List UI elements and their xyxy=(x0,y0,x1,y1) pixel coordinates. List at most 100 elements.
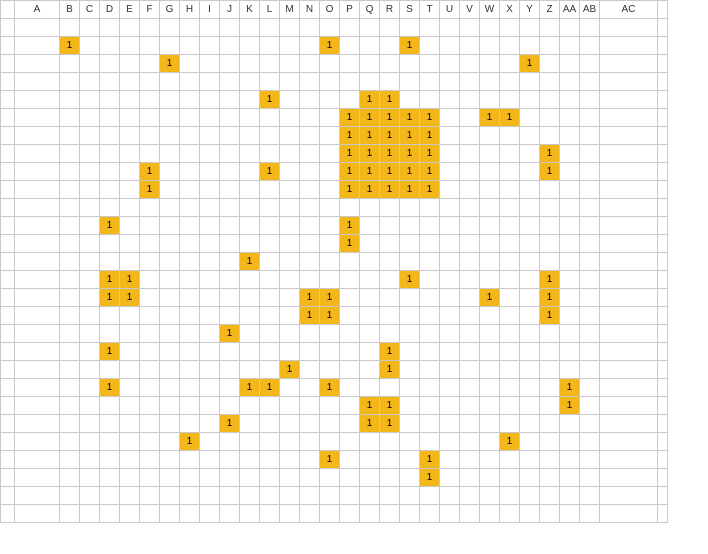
cell-H6[interactable] xyxy=(180,109,200,127)
cell-E24[interactable] xyxy=(120,433,140,451)
cell-AA15[interactable] xyxy=(560,271,580,289)
cell-Y25[interactable] xyxy=(520,451,540,469)
cell-C20[interactable] xyxy=(80,361,100,379)
cell-D6[interactable] xyxy=(100,109,120,127)
cell-O6[interactable] xyxy=(320,109,340,127)
cell-P22[interactable] xyxy=(340,397,360,415)
cell-Z6[interactable] xyxy=(540,109,560,127)
cell-K3[interactable] xyxy=(240,55,260,73)
cell-L10[interactable] xyxy=(260,181,280,199)
cell-T5[interactable] xyxy=(420,91,440,109)
cell-AB5[interactable] xyxy=(580,91,600,109)
cell-M3[interactable] xyxy=(280,55,300,73)
cell-Z27[interactable] xyxy=(540,487,560,505)
cell-V10[interactable] xyxy=(460,181,480,199)
cell-F22[interactable] xyxy=(140,397,160,415)
cell-D21[interactable]: 1 xyxy=(100,379,120,397)
row-header-18[interactable] xyxy=(1,325,15,343)
column-header-R[interactable]: R xyxy=(380,1,400,19)
cell-S16[interactable] xyxy=(400,289,420,307)
cell-Y14[interactable] xyxy=(520,253,540,271)
cell-F1[interactable] xyxy=(140,19,160,37)
cell-S26[interactable] xyxy=(400,469,420,487)
cell-O2[interactable]: 1 xyxy=(320,37,340,55)
cell-B12[interactable] xyxy=(60,217,80,235)
cell-Q20[interactable] xyxy=(360,361,380,379)
cell-B23[interactable] xyxy=(60,415,80,433)
cell-AA24[interactable] xyxy=(560,433,580,451)
cell-T23[interactable] xyxy=(420,415,440,433)
cell-W26[interactable] xyxy=(480,469,500,487)
cell-Z11[interactable] xyxy=(540,199,560,217)
cell-W10[interactable] xyxy=(480,181,500,199)
cell-A5[interactable] xyxy=(15,91,60,109)
cell-J4[interactable] xyxy=(220,73,240,91)
row-header-26[interactable] xyxy=(1,469,15,487)
cell-K5[interactable] xyxy=(240,91,260,109)
cell-M21[interactable] xyxy=(280,379,300,397)
cell-H28[interactable] xyxy=(180,505,200,523)
column-header-H[interactable]: H xyxy=(180,1,200,19)
cell-O4[interactable] xyxy=(320,73,340,91)
cell-AB9[interactable] xyxy=(580,163,600,181)
cell-W27[interactable] xyxy=(480,487,500,505)
cell-D19[interactable]: 1 xyxy=(100,343,120,361)
cell-W13[interactable] xyxy=(480,235,500,253)
cell-I18[interactable] xyxy=(200,325,220,343)
spreadsheet-grid[interactable]: ABCDEFGHIJKLMNOPQRSTUVWXYZAAABAC 1111111… xyxy=(0,0,668,523)
cell-B28[interactable] xyxy=(60,505,80,523)
cell-K12[interactable] xyxy=(240,217,260,235)
cell-Y27[interactable] xyxy=(520,487,540,505)
cell-S21[interactable] xyxy=(400,379,420,397)
cell-O12[interactable] xyxy=(320,217,340,235)
cell-O8[interactable] xyxy=(320,145,340,163)
cell-T18[interactable] xyxy=(420,325,440,343)
column-header-T[interactable]: T xyxy=(420,1,440,19)
cell-D24[interactable] xyxy=(100,433,120,451)
cell-J15[interactable] xyxy=(220,271,240,289)
cell-E27[interactable] xyxy=(120,487,140,505)
cell-C6[interactable] xyxy=(80,109,100,127)
cell-N17[interactable]: 1 xyxy=(300,307,320,325)
cell-V17[interactable] xyxy=(460,307,480,325)
cell-U10[interactable] xyxy=(440,181,460,199)
cell-A10[interactable] xyxy=(15,181,60,199)
cell-D18[interactable] xyxy=(100,325,120,343)
cell-O10[interactable] xyxy=(320,181,340,199)
cell-S15[interactable]: 1 xyxy=(400,271,420,289)
cell-X28[interactable] xyxy=(500,505,520,523)
cell-J3[interactable] xyxy=(220,55,240,73)
cell-AA7[interactable] xyxy=(560,127,580,145)
cell-J23[interactable]: 1 xyxy=(220,415,240,433)
cell-G12[interactable] xyxy=(160,217,180,235)
row-header-21[interactable] xyxy=(1,379,15,397)
row-header-15[interactable] xyxy=(1,271,15,289)
cell-N12[interactable] xyxy=(300,217,320,235)
column-header-K[interactable]: K xyxy=(240,1,260,19)
cell-V15[interactable] xyxy=(460,271,480,289)
cell-E11[interactable] xyxy=(120,199,140,217)
cell-Q2[interactable] xyxy=(360,37,380,55)
cell-S5[interactable] xyxy=(400,91,420,109)
cell-O16[interactable]: 1 xyxy=(320,289,340,307)
cell-G13[interactable] xyxy=(160,235,180,253)
cell-G14[interactable] xyxy=(160,253,180,271)
cell-L21[interactable]: 1 xyxy=(260,379,280,397)
cell-R22[interactable]: 1 xyxy=(380,397,400,415)
cell-J27[interactable] xyxy=(220,487,240,505)
cell-H21[interactable] xyxy=(180,379,200,397)
cell-G24[interactable] xyxy=(160,433,180,451)
cell-T26[interactable]: 1 xyxy=(420,469,440,487)
cell-E1[interactable] xyxy=(120,19,140,37)
cell-L12[interactable] xyxy=(260,217,280,235)
cell-X19[interactable] xyxy=(500,343,520,361)
cell-L6[interactable] xyxy=(260,109,280,127)
cell-M9[interactable] xyxy=(280,163,300,181)
cell-F10[interactable]: 1 xyxy=(140,181,160,199)
cell-N11[interactable] xyxy=(300,199,320,217)
cell-AB19[interactable] xyxy=(580,343,600,361)
cell-U14[interactable] xyxy=(440,253,460,271)
cell-Y5[interactable] xyxy=(520,91,540,109)
cell-AC2[interactable] xyxy=(600,37,658,55)
cell-T19[interactable] xyxy=(420,343,440,361)
